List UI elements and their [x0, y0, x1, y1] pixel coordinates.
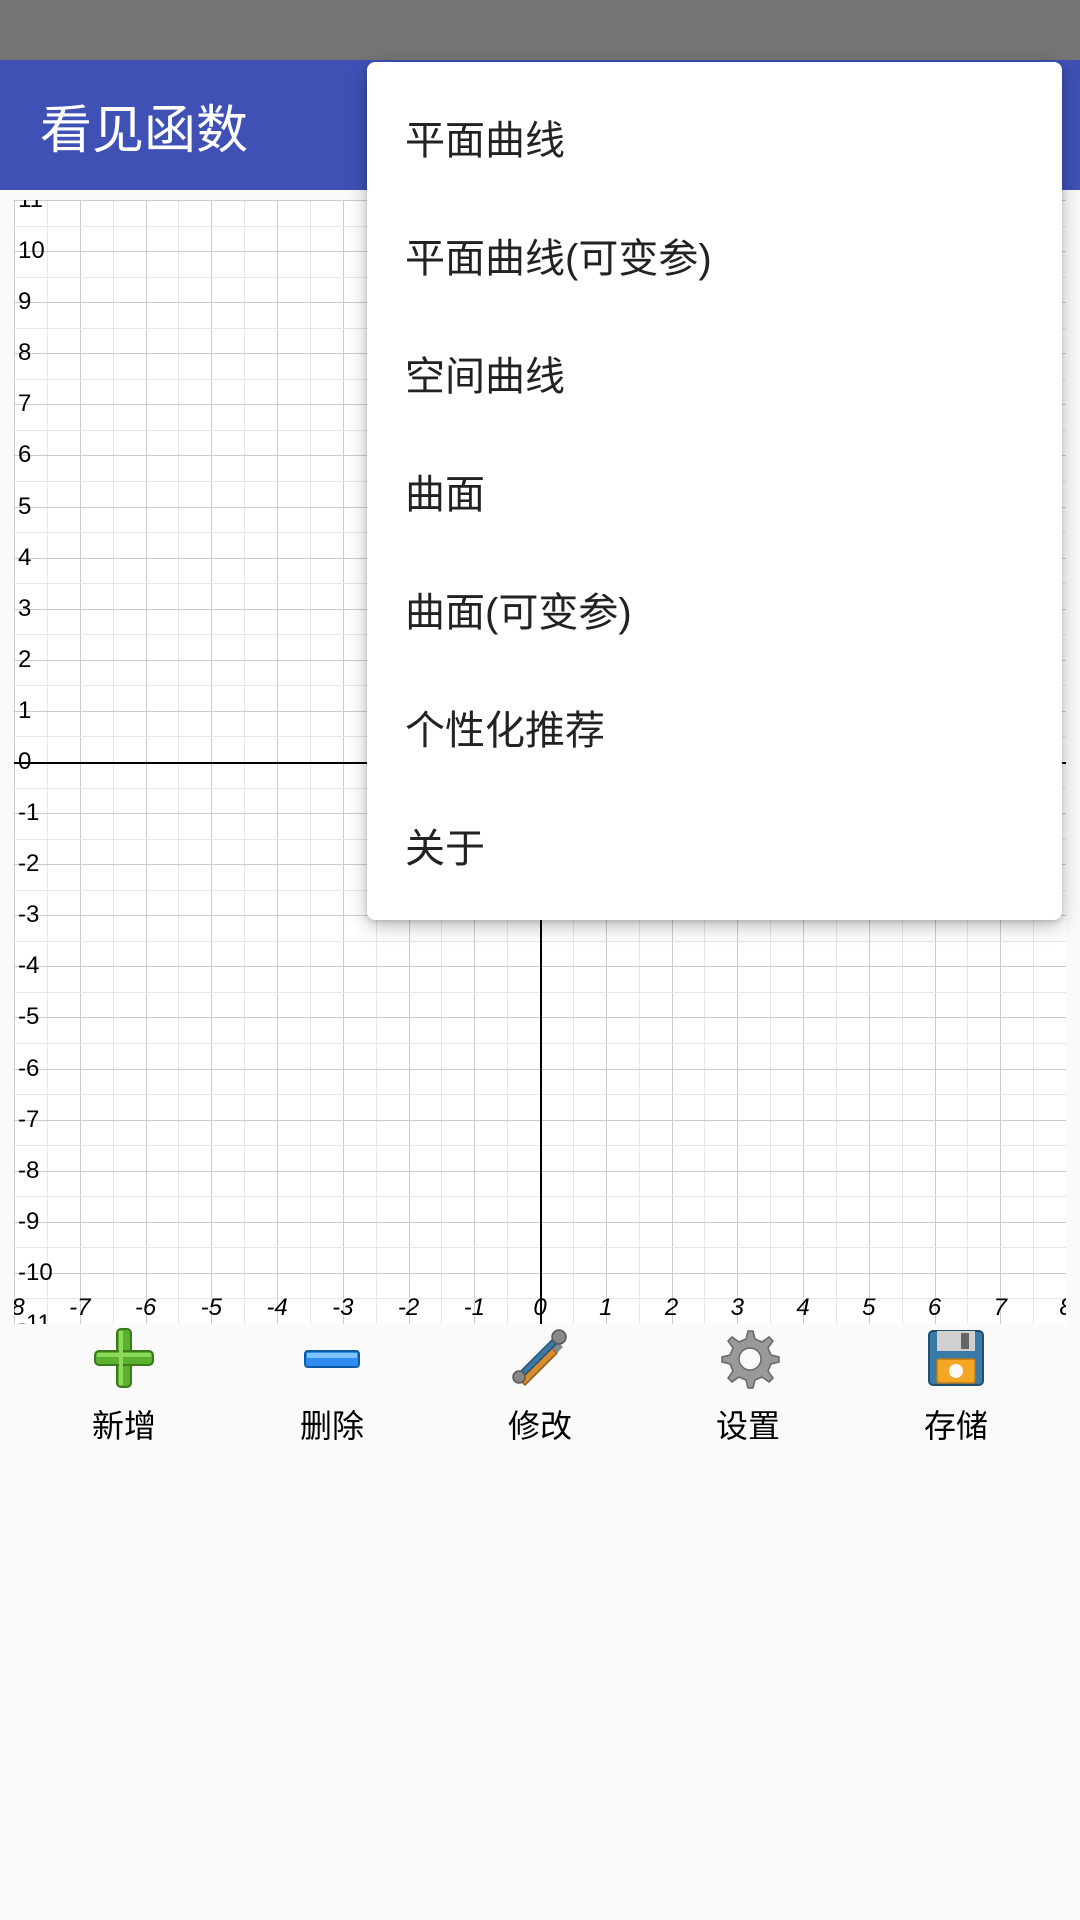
- y-tick-label: 3: [18, 595, 31, 623]
- status-bar: [0, 0, 1080, 60]
- page-title: 看见函数: [40, 88, 248, 163]
- tools-icon: [505, 1323, 575, 1393]
- y-tick-label: 0: [18, 748, 31, 776]
- y-tick-label: -9: [18, 1208, 39, 1236]
- y-tick-label: -3: [18, 901, 39, 929]
- x-tick-label: -4: [266, 1294, 287, 1322]
- menu-item-recommend[interactable]: 个性化推荐: [367, 668, 1062, 786]
- y-tick-label: 9: [18, 288, 31, 316]
- x-tick-label: -7: [69, 1294, 90, 1322]
- x-tick-label: 6: [928, 1294, 941, 1322]
- minus-icon: [297, 1323, 367, 1393]
- menu-item-space-curve[interactable]: 空间曲线: [367, 314, 1062, 432]
- dropdown-menu: 平面曲线 平面曲线(可变参) 空间曲线 曲面 曲面(可变参) 个性化推荐 关于: [367, 62, 1062, 920]
- y-tick-label: -6: [18, 1055, 39, 1083]
- x-tick-label: -6: [135, 1294, 156, 1322]
- x-tick-label: 8: [1059, 1294, 1066, 1322]
- y-tick-label: 8: [18, 339, 31, 367]
- save-label: 存储: [924, 1401, 988, 1447]
- x-tick-label: 7: [994, 1294, 1007, 1322]
- menu-item-plane-curve[interactable]: 平面曲线: [367, 78, 1062, 196]
- menu-item-about[interactable]: 关于: [367, 786, 1062, 904]
- x-tick-label: 1: [599, 1294, 612, 1322]
- y-tick-label: -1: [18, 799, 39, 827]
- y-tick-label: -5: [18, 1003, 39, 1031]
- menu-item-plane-curve-param[interactable]: 平面曲线(可变参): [367, 196, 1062, 314]
- menu-item-surface-param[interactable]: 曲面(可变参): [367, 550, 1062, 668]
- y-tick-label: -2: [18, 850, 39, 878]
- x-tick-label: 5: [862, 1294, 875, 1322]
- add-label: 新增: [92, 1401, 156, 1447]
- delete-label: 删除: [300, 1401, 364, 1447]
- edit-button[interactable]: 修改: [465, 1323, 615, 1447]
- x-tick-label: 0: [533, 1294, 546, 1322]
- x-tick-label: -2: [398, 1294, 419, 1322]
- floppy-icon: [921, 1323, 991, 1393]
- blank-area: [0, 1460, 1080, 1920]
- add-button[interactable]: 新增: [49, 1323, 199, 1447]
- y-tick-label: 1: [18, 697, 31, 725]
- x-tick-label: -3: [332, 1294, 353, 1322]
- x-tick-label: 3: [731, 1294, 744, 1322]
- y-tick-label: -4: [18, 952, 39, 980]
- x-tick-label: -1: [464, 1294, 485, 1322]
- y-tick-label: 6: [18, 441, 31, 469]
- y-tick-label: 10: [18, 237, 45, 265]
- delete-button[interactable]: 删除: [257, 1323, 407, 1447]
- x-tick-label: -8: [14, 1294, 25, 1322]
- bottom-toolbar: 新增 删除 修改: [0, 1320, 1080, 1450]
- x-tick-label: 2: [665, 1294, 678, 1322]
- menu-item-surface[interactable]: 曲面: [367, 432, 1062, 550]
- y-tick-label: 5: [18, 493, 31, 521]
- settings-button[interactable]: 设置: [673, 1323, 823, 1447]
- edit-label: 修改: [508, 1401, 572, 1447]
- y-tick-label: 7: [18, 390, 31, 418]
- y-tick-label: 2: [18, 646, 31, 674]
- save-button[interactable]: 存储: [881, 1323, 1031, 1447]
- settings-label: 设置: [716, 1401, 780, 1447]
- y-tick-label: 11: [18, 200, 43, 214]
- y-tick-label: -7: [18, 1106, 39, 1134]
- plus-icon: [89, 1323, 159, 1393]
- y-tick-label: -8: [18, 1157, 39, 1185]
- y-tick-label: 4: [18, 544, 31, 572]
- x-tick-label: -5: [201, 1294, 222, 1322]
- gear-icon: [713, 1323, 783, 1393]
- y-tick-label: -10: [18, 1259, 53, 1287]
- x-tick-label: 4: [796, 1294, 809, 1322]
